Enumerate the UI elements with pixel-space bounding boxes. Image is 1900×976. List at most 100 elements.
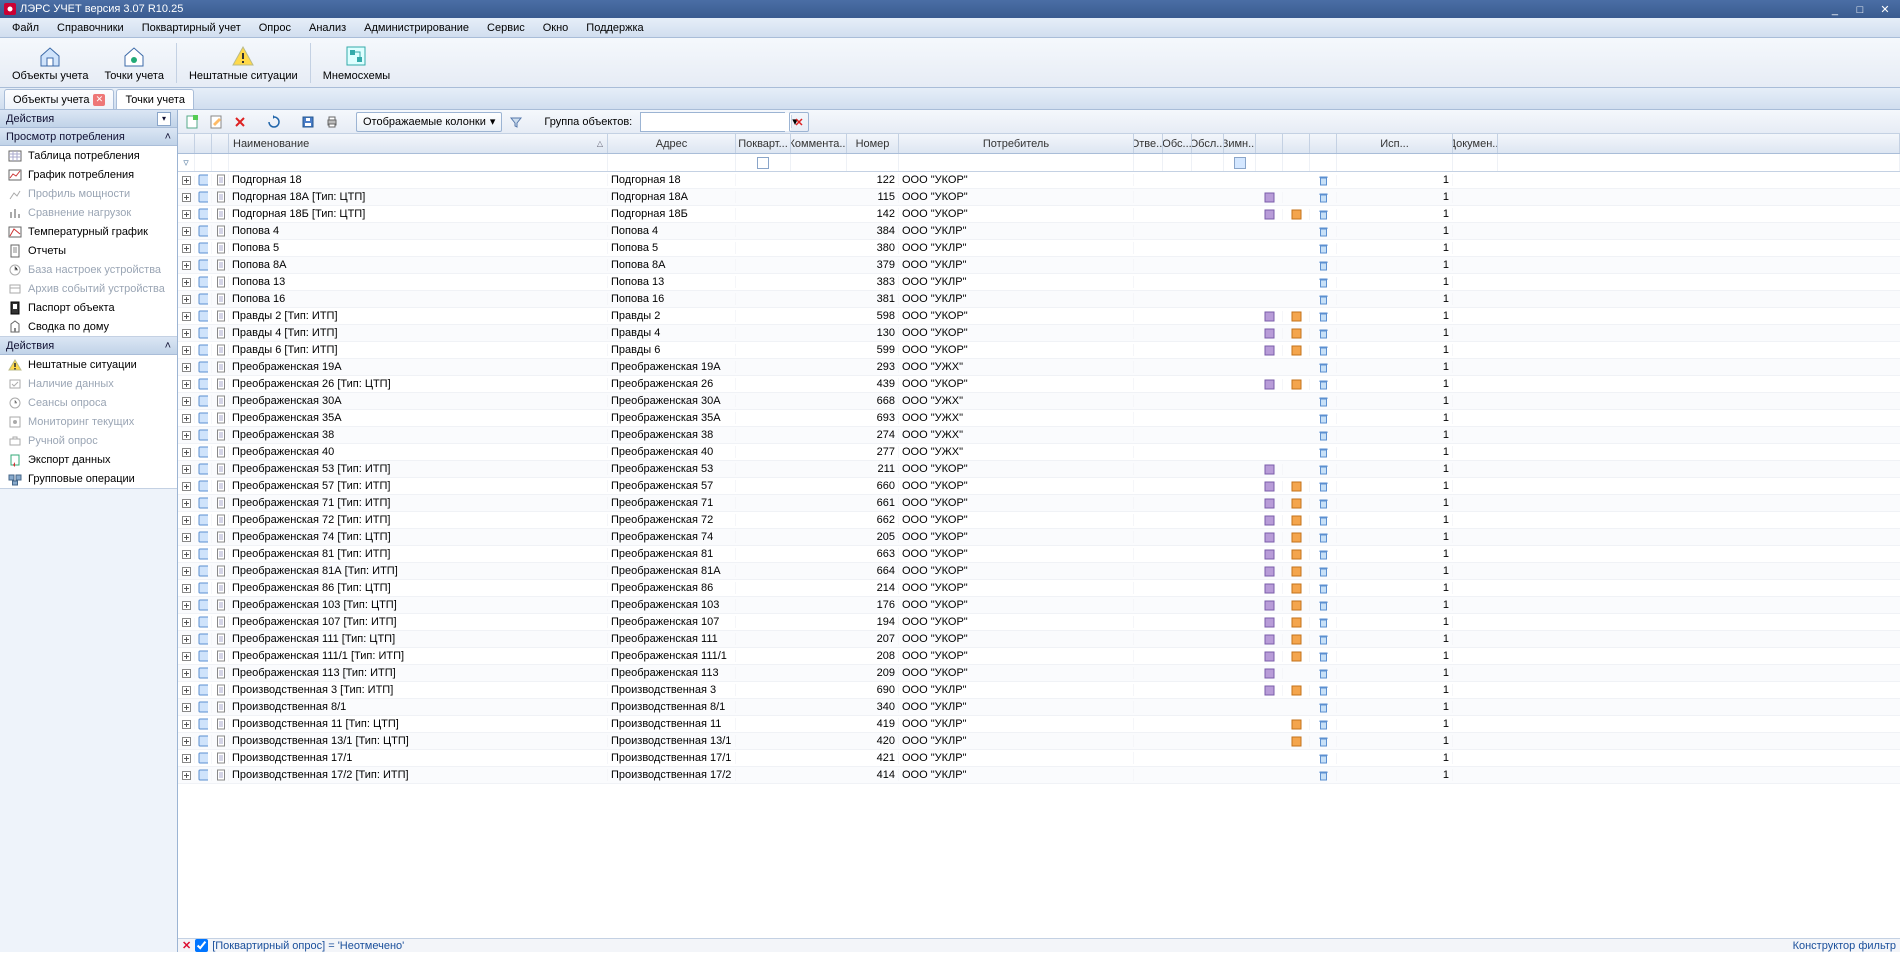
expand-icon[interactable] [178,550,195,559]
expand-icon[interactable] [178,176,195,185]
table-row[interactable]: Преображенская 81 [Тип: ИТП]Преображенск… [178,546,1900,563]
expand-icon[interactable] [178,210,195,219]
expand-icon[interactable] [178,601,195,610]
group-input[interactable] [641,113,791,131]
table-row[interactable]: Преображенская 19АПреображенская 19А293О… [178,359,1900,376]
menu-support[interactable]: Поддержка [578,20,651,36]
expand-icon[interactable] [178,227,195,236]
expand-icon[interactable] [178,635,195,644]
table-row[interactable]: Подгорная 18А [Тип: ЦТП]Подгорная 18А115… [178,189,1900,206]
table-row[interactable]: Преображенская 86 [Тип: ЦТП]Преображенск… [178,580,1900,597]
expand-icon[interactable] [178,720,195,729]
col-doc[interactable]: Докумен... [1453,134,1498,153]
col-obs1[interactable]: Обс... [1163,134,1192,153]
zim-filter-checkbox[interactable] [1234,157,1246,169]
table-row[interactable]: Преображенская 57 [Тип: ИТП]Преображенск… [178,478,1900,495]
expand-icon[interactable] [178,295,195,304]
table-row[interactable]: Подгорная 18Подгорная 18122ООО "УКОР"1 [178,172,1900,189]
table-row[interactable]: Попова 5Попова 5380ООО "УКЛР"1 [178,240,1900,257]
col-cons[interactable]: Потребитель [899,134,1134,153]
table-row[interactable]: Преображенская 111 [Тип: ЦТП]Преображенс… [178,631,1900,648]
col-num[interactable]: Номер [847,134,899,153]
sidebar-item[interactable]: Групповые операции [0,469,177,488]
sidebar-item[interactable]: Экспорт данных [0,450,177,469]
table-row[interactable]: Производственная 13/1 [Тип: ЦТП]Производ… [178,733,1900,750]
table-row[interactable]: Преображенская 74 [Тип: ЦТП]Преображенск… [178,529,1900,546]
table-row[interactable]: Преображенская 35АПреображенская 35А693О… [178,410,1900,427]
expand-icon[interactable] [178,193,195,202]
filter-text[interactable]: [Поквартирный опрос] = 'Неотмечено' [212,940,404,952]
expand-icon[interactable] [178,312,195,321]
menu-admin[interactable]: Администрирование [356,20,477,36]
btn-abnormal[interactable]: Нештатные ситуации [181,40,306,86]
col-name[interactable]: Наименование△ [229,134,608,153]
col-otv[interactable]: Отве... [1134,134,1163,153]
sidebar-item[interactable]: График потребления [0,165,177,184]
col-ic2[interactable] [1283,134,1310,153]
expand-icon[interactable] [178,465,195,474]
col-isp[interactable]: Исп... [1337,134,1453,153]
expand-icon[interactable] [178,329,195,338]
clear-group-icon[interactable] [789,112,809,132]
filter-constructor-link[interactable]: Конструктор фильтр [1793,940,1896,952]
expand-icon[interactable] [178,703,195,712]
table-row[interactable]: Преображенская 40Преображенская 40277ООО… [178,444,1900,461]
expand-icon[interactable] [178,686,195,695]
btn-mnemo[interactable]: Мнемосхемы [315,40,399,86]
menu-poll[interactable]: Опрос [251,20,299,36]
edit-icon[interactable] [206,112,226,132]
menu-refs[interactable]: Справочники [49,20,132,36]
expand-icon[interactable] [178,397,195,406]
table-row[interactable]: Правды 4 [Тип: ИТП]Правды 4130ООО "УКОР"… [178,325,1900,342]
new-icon[interactable] [182,112,202,132]
table-row[interactable]: Преображенская 113 [Тип: ИТП]Преображенс… [178,665,1900,682]
expand-icon[interactable] [178,278,195,287]
col-addr[interactable]: Адрес [608,134,736,153]
table-row[interactable]: Преображенская 53 [Тип: ИТП]Преображенск… [178,461,1900,478]
filter-icon[interactable]: ▿ [183,156,189,169]
print-icon[interactable] [322,112,342,132]
table-row[interactable]: Попова 13Попова 13383ООО "УКЛР"1 [178,274,1900,291]
expand-icon[interactable] [178,380,195,389]
expand-icon[interactable] [178,618,195,627]
expand-icon[interactable] [178,448,195,457]
col-type1[interactable] [195,134,212,153]
tab-points[interactable]: Точки учета [116,89,194,109]
menu-file[interactable]: Файл [4,20,47,36]
table-row[interactable]: Преображенская 72 [Тип: ИТП]Преображенск… [178,512,1900,529]
pokv-filter-checkbox[interactable] [757,157,769,169]
menu-window[interactable]: Окно [535,20,577,36]
table-row[interactable]: Преображенская 111/1 [Тип: ИТП]Преображе… [178,648,1900,665]
close-window-button[interactable]: ✕ [1874,3,1896,16]
expand-icon[interactable] [178,482,195,491]
btn-points[interactable]: Точки учета [96,40,172,86]
sidebar-item[interactable]: Температурный график [0,222,177,241]
table-row[interactable]: Правды 6 [Тип: ИТП]Правды 6599ООО "УКОР"… [178,342,1900,359]
expand-icon[interactable] [178,754,195,763]
expand-icon[interactable] [178,533,195,542]
col-comm[interactable]: Коммента... [791,134,847,153]
filter-close-icon[interactable]: ✕ [182,939,191,952]
expand-icon[interactable] [178,567,195,576]
expand-icon[interactable] [178,346,195,355]
expand-icon[interactable] [178,652,195,661]
col-obs2[interactable]: Обсл... [1192,134,1224,153]
chevron-up-icon[interactable]: ˄ [165,131,171,143]
group-combo[interactable]: ▾ [640,112,785,132]
chevron-up-icon[interactable]: ˄ [165,340,171,352]
expand-icon[interactable] [178,771,195,780]
expand-icon[interactable] [178,584,195,593]
save-icon[interactable] [298,112,318,132]
sidebar-item[interactable]: Сводка по дому [0,317,177,336]
table-row[interactable]: Производственная 8/1Производственная 8/1… [178,699,1900,716]
filter-check[interactable] [195,939,208,952]
table-row[interactable]: Производственная 3 [Тип: ИТП]Производств… [178,682,1900,699]
table-row[interactable]: Производственная 17/1Производственная 17… [178,750,1900,767]
col-zim[interactable]: Зимн... [1224,134,1256,153]
displayed-columns-dropdown[interactable]: Отображаемые колонки ▾ [356,112,502,132]
table-row[interactable]: Преображенская 30АПреображенская 30А668О… [178,393,1900,410]
table-row[interactable]: Попова 4Попова 4384ООО "УКЛР"1 [178,223,1900,240]
sidebar-item[interactable]: Нештатные ситуации [0,355,177,374]
col-ic1[interactable] [1256,134,1283,153]
table-row[interactable]: Попова 16Попова 16381ООО "УКЛР"1 [178,291,1900,308]
